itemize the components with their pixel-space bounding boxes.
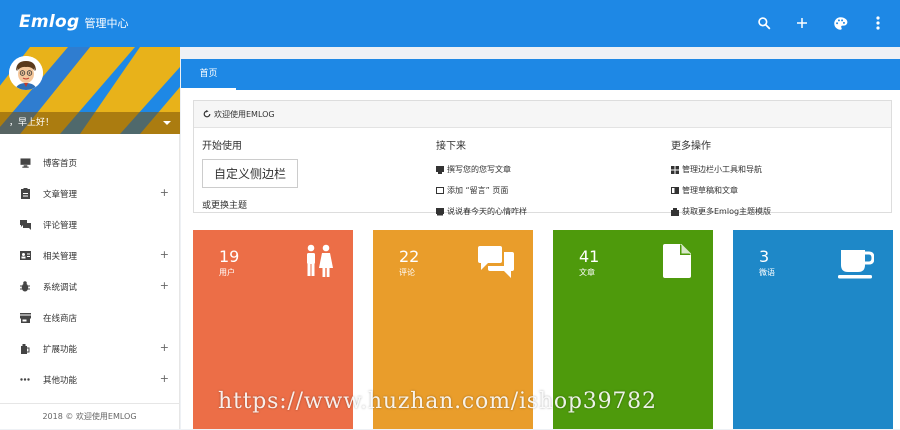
monitor-icon [19,157,31,169]
add-guestbook-link[interactable]: 添加 “留言” 页面 [436,180,527,201]
sidebar-menu: 博客首页 文章管理 + 评论管理 相关管理 + 系统调试 + 在线商店 扩展功能 [0,134,179,395]
manage-drafts-link[interactable]: 管理草稿和文章 [671,180,771,201]
watermark-text: https://www.huzhan.com/ishop39782 [218,389,657,414]
stat-value: 41 [579,247,600,266]
theme-icon [671,207,679,216]
sidebar-footer: 2018 © 欢迎使用EMLOG [0,403,179,429]
more-vertical-icon[interactable] [868,12,888,34]
stat-label: 评论 [399,268,415,277]
change-theme-link[interactable]: 或更换主题 [202,198,298,211]
main-area: 首页 欢迎使用EMLOG 开始使用 自定义侧边栏 或更换主题 接下来 撰写您的您… [181,47,900,429]
sidebar-item-extensions[interactable]: 扩展功能 + [0,333,179,364]
store-icon [19,312,31,324]
contact-card-icon [19,250,31,262]
stat-value: 22 [399,247,420,266]
sidebar-item-articles[interactable]: 文章管理 + [0,178,179,209]
sidebar: ，早上好！ 博客首页 文章管理 + 评论管理 相关管理 + 系统调试 + 在线商… [0,47,180,429]
palette-icon[interactable] [830,12,850,34]
stat-label: 文章 [579,268,595,277]
get-themes-link[interactable]: 获取更多Emlog主题模版 [671,201,771,222]
customize-sidebar-button[interactable]: 自定义侧边栏 [202,159,299,188]
more-heading: 更多操作 [671,141,711,152]
stat-value: 19 [219,247,240,266]
expand-plus-icon[interactable]: + [160,186,169,199]
more-horizontal-icon [19,374,31,386]
stat-label: 用户 [219,268,235,277]
caret-down-icon[interactable] [163,121,171,125]
expand-plus-icon[interactable]: + [160,341,169,354]
stat-value: 3 [759,247,770,266]
sidebar-item-other[interactable]: 其他功能 + [0,364,179,395]
manage-widgets-text: 管理边栏小工具和导航 [682,165,762,174]
add-guestbook-text: 添加 “留言” 页面 [447,186,509,195]
document-icon [663,244,691,282]
users-icon [304,244,334,282]
brand-logo: Emlog [19,12,80,32]
expand-plus-icon[interactable]: + [160,372,169,385]
greeting-bar[interactable]: ，早上好！ [0,112,180,134]
top-bar: Emlog 管理中心 [0,0,900,47]
sidebar-item-label: 博客首页 [43,158,78,169]
sidebar-item-related[interactable]: 相关管理 + [0,240,179,271]
sidebar-item-label: 扩展功能 [43,344,78,355]
page-icon [436,187,444,195]
sidebar-item-debug[interactable]: 系统调试 + [0,271,179,302]
brand[interactable]: Emlog 管理中心 [19,12,129,32]
more-column: 更多操作 管理边栏小工具和导航 管理草稿和文章 获取更多Emlog主题模版 [671,137,771,222]
comment-icon [436,207,444,216]
greeting-text: ，早上好！ [9,118,55,128]
stat-tile-micro-posts[interactable]: 3 微语 [733,230,893,429]
write-post-text: 撰写您的您写文章 [447,165,511,174]
sidebar-item-label: 在线商店 [43,313,78,324]
search-icon[interactable] [754,12,774,34]
sidebar-item-comments[interactable]: 评论管理 [0,209,179,240]
welcome-header: 欢迎使用EMLOG [194,101,891,128]
brand-subtitle: 管理中心 [84,17,129,30]
comments-icon [19,219,31,231]
sidebar-item-blog-home[interactable]: 博客首页 [0,147,179,178]
plus-icon[interactable] [792,12,812,34]
top-actions [754,12,888,34]
refresh-icon [203,110,211,118]
start-column: 开始使用 自定义侧边栏 或更换主题 [202,137,299,211]
chat-bubbles-icon [478,246,514,282]
drafts-icon [671,187,679,195]
cup-icon [838,250,875,284]
welcome-panel: 欢迎使用EMLOG 开始使用 自定义侧边栏 或更换主题 接下来 撰写您的您写文章… [193,100,892,216]
profile-panel: ，早上好！ [0,47,180,134]
sidebar-item-label: 评论管理 [43,220,78,231]
start-heading: 开始使用 [202,141,242,152]
sidebar-item-store[interactable]: 在线商店 [0,302,179,333]
post-mood-text: 说说春今天的心情咋样 [447,207,527,216]
manage-widgets-link[interactable]: 管理边栏小工具和导航 [671,159,771,180]
manage-drafts-text: 管理草稿和文章 [682,186,738,195]
next-heading: 接下来 [436,141,466,152]
sidebar-item-label: 其他功能 [43,375,78,386]
clipboard-icon [19,188,31,200]
get-themes-text: 获取更多Emlog主题模版 [682,207,772,216]
write-post-link[interactable]: 撰写您的您写文章 [436,159,527,180]
sidebar-item-label: 系统调试 [43,282,78,293]
edit-icon [436,165,444,174]
grid-icon [671,165,679,174]
welcome-title: 欢迎使用EMLOG [214,109,275,119]
bug-icon [19,281,31,293]
content-panel: 欢迎使用EMLOG 开始使用 自定义侧边栏 或更换主题 接下来 撰写您的您写文章… [181,90,900,429]
expand-plus-icon[interactable]: + [160,279,169,292]
stat-label: 微语 [759,268,775,277]
tab-home[interactable]: 首页 [181,59,236,90]
post-mood-link[interactable]: 说说春今天的心情咋样 [436,201,527,222]
expand-plus-icon[interactable]: + [160,248,169,261]
sidebar-item-label: 相关管理 [43,251,78,262]
avatar[interactable] [9,56,43,90]
tab-bar: 首页 [181,59,900,90]
plug-icon [19,343,31,355]
sidebar-item-label: 文章管理 [43,189,78,200]
next-column: 接下来 撰写您的您写文章 添加 “留言” 页面 说说春今天的心情咋样 [436,137,527,222]
